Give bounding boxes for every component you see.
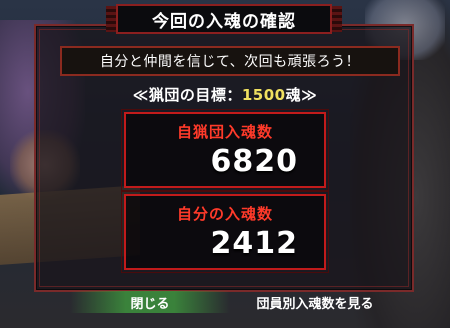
goal-value: 1500 [241, 86, 286, 104]
view-member-souls-label: 団員別入魂数を見る [256, 296, 374, 312]
clan-soul-count-box: 自猟団入魂数 6820 [121, 109, 329, 191]
close-button[interactable]: 閉じる [70, 291, 230, 313]
self-soul-count-label: 自分の入魂数 [176, 205, 273, 223]
view-member-souls-button[interactable]: 団員別入魂数を見る [230, 291, 400, 313]
dialog-footer: 閉じる 団員別入魂数を見る [70, 291, 400, 313]
goal-suffix: 魂≫ [285, 86, 318, 104]
clan-goal-line: ≪猟団の目標：1500魂≫ [0, 84, 450, 105]
self-soul-count-value: 2412 [210, 226, 298, 261]
clan-soul-count-value: 6820 [210, 144, 298, 179]
encouragement-message: 自分と仲間を信じて、次回も頑張ろう！ [99, 54, 361, 70]
encouragement-message-box: 自分と仲間を信じて、次回も頑張ろう！ [60, 46, 400, 76]
dialog-title: 今回の入魂の確認 [152, 11, 296, 32]
dialog-title-plate: 今回の入魂の確認 [106, 4, 342, 34]
clan-soul-count-label: 自猟団入魂数 [176, 123, 273, 141]
goal-prefix: ≪猟団の目標： [132, 86, 242, 104]
self-soul-count-box: 自分の入魂数 2412 [121, 191, 329, 273]
close-button-label: 閉じる [130, 296, 170, 312]
